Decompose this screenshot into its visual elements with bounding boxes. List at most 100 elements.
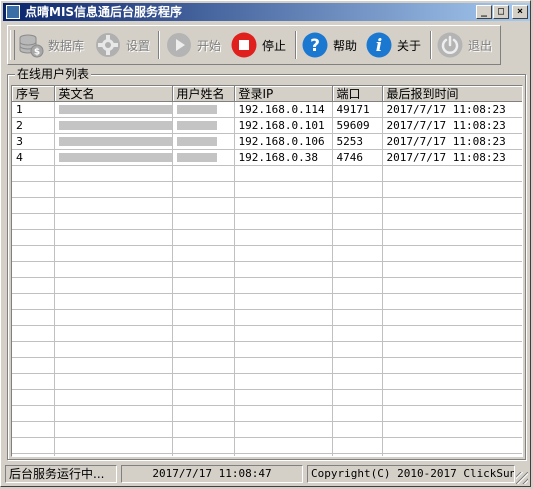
empty-cell	[382, 277, 522, 294]
empty-cell	[172, 405, 235, 422]
empty-cell	[234, 181, 333, 198]
status-state: 后台服务运行中...	[5, 465, 117, 483]
empty-cell	[234, 357, 333, 374]
redacted-text	[176, 137, 217, 146]
table-row[interactable]: 3 192.168.0.106 5253 2017/7/17 11:08:23	[12, 133, 522, 150]
empty-cell	[12, 277, 55, 294]
cell-user-name-redacted	[172, 149, 235, 166]
gear-icon	[94, 31, 122, 59]
empty-cell	[382, 421, 522, 438]
start-button[interactable]: 开始	[165, 29, 221, 61]
help-button[interactable]: ? 帮助	[301, 29, 357, 61]
cell-user-name-redacted	[172, 133, 235, 150]
empty-row	[12, 293, 522, 310]
empty-cell	[234, 405, 333, 422]
toolbar-grip[interactable]	[10, 30, 15, 60]
empty-cell	[382, 213, 522, 230]
empty-cell	[172, 325, 235, 342]
title-bar[interactable]: 点晴MIS信息通后台服务程序 _ □ ×	[3, 3, 530, 21]
empty-cell	[54, 309, 173, 326]
empty-cell	[332, 181, 383, 198]
empty-cell	[332, 389, 383, 406]
empty-cell	[12, 181, 55, 198]
empty-cell	[172, 341, 235, 358]
empty-cell	[172, 181, 235, 198]
empty-cell	[12, 405, 55, 422]
empty-cell	[382, 261, 522, 278]
minimize-button[interactable]: _	[476, 5, 492, 19]
col-header-last-report-time[interactable]: 最后报到时间	[382, 86, 522, 102]
toolbar-separator	[430, 31, 432, 59]
col-header-login-ip[interactable]: 登录IP	[234, 86, 333, 102]
empty-cell	[332, 213, 383, 230]
cell-user-name-redacted	[172, 117, 235, 134]
empty-cell	[332, 405, 383, 422]
table-row[interactable]: 4 192.168.0.38 4746 2017/7/17 11:08:23	[12, 149, 522, 166]
exit-label: 退出	[468, 38, 493, 53]
cell-last-report-time: 2017/7/17 11:08:23	[382, 133, 522, 150]
empty-row	[12, 405, 522, 422]
empty-cell	[332, 341, 383, 358]
empty-cell	[332, 357, 383, 374]
empty-row	[12, 229, 522, 246]
cell-no: 3	[12, 133, 55, 150]
empty-cell	[172, 437, 235, 454]
table-row[interactable]: 2 192.168.0.101 59609 2017/7/17 11:08:23	[12, 117, 522, 134]
status-copyright: Copyright(C) 2010-2017 ClickSun.CN	[307, 465, 515, 483]
col-header-english-name[interactable]: 英文名	[54, 86, 173, 102]
empty-cell	[54, 453, 173, 456]
col-header-port[interactable]: 端口	[332, 86, 383, 102]
table-row[interactable]: 1 192.168.0.114 49171 2017/7/17 11:08:23	[12, 101, 522, 118]
maximize-button[interactable]: □	[493, 5, 509, 19]
about-button[interactable]: i 关于	[365, 29, 421, 61]
empty-row	[12, 421, 522, 438]
empty-cell	[332, 309, 383, 326]
empty-cell	[382, 373, 522, 390]
empty-cell	[234, 437, 333, 454]
help-label: 帮助	[333, 38, 358, 53]
empty-row	[12, 245, 522, 262]
cell-english-name-redacted	[54, 117, 173, 134]
empty-cell	[12, 165, 55, 182]
empty-row	[12, 341, 522, 358]
empty-cell	[12, 325, 55, 342]
empty-cell	[12, 437, 55, 454]
empty-row	[12, 197, 522, 214]
empty-row	[12, 181, 522, 198]
empty-cell	[234, 165, 333, 182]
cell-login-ip: 192.168.0.106	[234, 133, 333, 150]
info-icon: i	[365, 31, 393, 59]
empty-cell	[382, 453, 522, 456]
empty-cell	[234, 421, 333, 438]
empty-cell	[382, 165, 522, 182]
empty-cell	[12, 453, 55, 456]
empty-cell	[172, 261, 235, 278]
cell-no: 4	[12, 149, 55, 166]
empty-cell	[332, 165, 383, 182]
database-label: 数据库	[48, 38, 85, 53]
col-header-no[interactable]: 序号	[12, 86, 55, 102]
empty-cell	[332, 421, 383, 438]
empty-cell	[172, 229, 235, 246]
empty-cell	[172, 421, 235, 438]
empty-cell	[54, 325, 173, 342]
database-button[interactable]: $ 数据库	[16, 29, 84, 61]
close-button[interactable]: ×	[512, 5, 528, 19]
cell-english-name-redacted	[54, 101, 173, 118]
status-bar: 后台服务运行中... 2017/7/17 11:08:47 Copyright(…	[5, 464, 528, 484]
empty-cell	[332, 325, 383, 342]
online-users-list[interactable]: 序号 英文名 用户姓名 登录IP 端口 最后报到时间 1 192.168.0.11…	[11, 85, 523, 457]
empty-cell	[382, 309, 522, 326]
empty-cell	[54, 245, 173, 262]
cell-no: 2	[12, 117, 55, 134]
empty-cell	[12, 293, 55, 310]
redacted-text	[58, 121, 171, 130]
empty-row	[12, 261, 522, 278]
stop-button[interactable]: 停止	[230, 29, 286, 61]
empty-cell	[12, 373, 55, 390]
col-header-user-name[interactable]: 用户姓名	[172, 86, 235, 102]
empty-cell	[12, 309, 55, 326]
resize-grip[interactable]	[516, 472, 528, 484]
settings-button[interactable]: 设置	[94, 29, 150, 61]
exit-button[interactable]: 退出	[436, 29, 492, 61]
